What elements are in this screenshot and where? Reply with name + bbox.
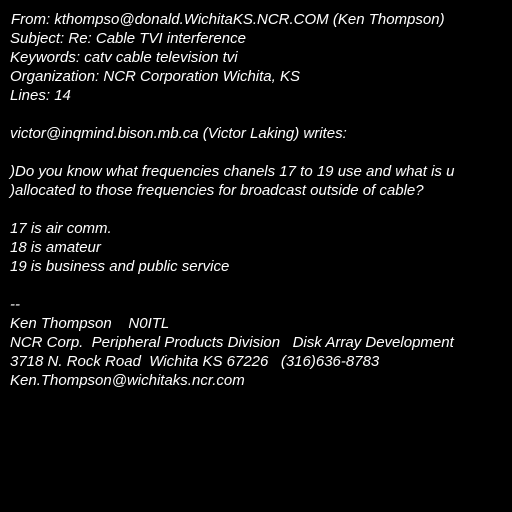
signature-name: Ken Thompson N0ITL (10, 315, 170, 332)
signature-address: 3718 N. Rock Road Wichita KS 67226 (316)… (10, 353, 380, 370)
header-keywords: Keywords: catv cable television tvi (10, 49, 238, 66)
quoted-line: )allocated to those frequencies for broa… (10, 182, 424, 199)
reply-line: 17 is air comm. (10, 220, 112, 237)
header-lines: Lines: 14 (10, 87, 71, 104)
quoted-line: )Do you know what frequencies chanels 17… (10, 163, 455, 180)
reply-line: 18 is amateur (10, 239, 101, 256)
attribution-line: victor@inqmind.bison.mb.ca (Victor Lakin… (10, 125, 347, 142)
header-subject: Subject: Re: Cable TVI interference (10, 30, 246, 47)
signature-email: Ken.Thompson@wichitaks.ncr.com (10, 372, 245, 389)
header-organization: Organization: NCR Corporation Wichita, K… (10, 68, 300, 85)
email-message: From: kthompso@donald.WichitaKS.NCR.COM … (0, 0, 512, 512)
signature-separator: -- (10, 296, 20, 313)
header-from: From: kthompso@donald.WichitaKS.NCR.COM … (11, 11, 445, 28)
signature-company: NCR Corp. Peripheral Products Division D… (10, 334, 454, 351)
reply-line: 19 is business and public service (10, 258, 230, 275)
